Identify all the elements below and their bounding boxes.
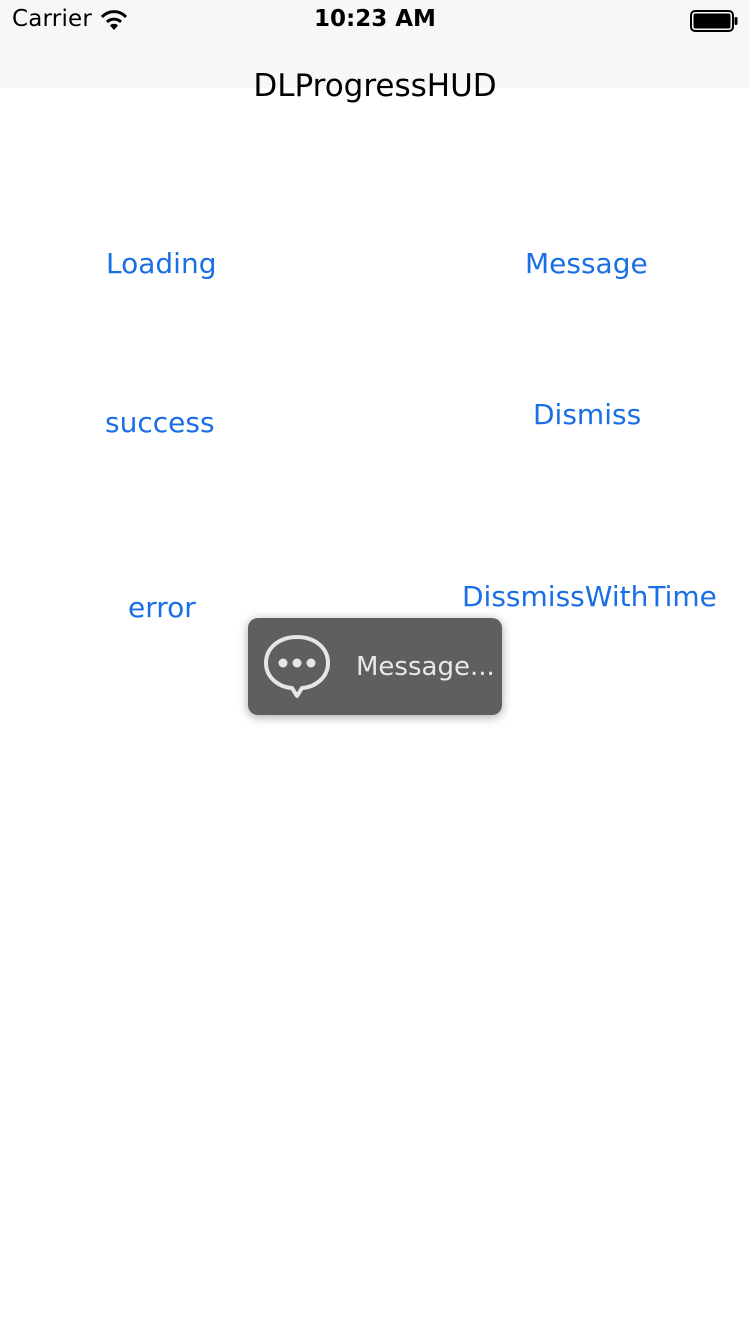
hud-message-text: Message... [356,652,495,682]
loading-button[interactable]: Loading [106,247,216,281]
dismiss-button[interactable]: Dismiss [533,398,641,432]
battery-icon [690,10,738,32]
navigation-bar: Carrier 10:23 AM DLProgressHUD [0,0,750,104]
status-bar: Carrier 10:23 AM [0,0,750,40]
dismiss-with-time-button[interactable]: DissmissWithTime [462,580,717,614]
error-button[interactable]: error [128,591,196,625]
progress-hud: Message... [248,618,502,715]
message-button[interactable]: Message [525,247,648,281]
app-screen: Carrier 10:23 AM DLProgressHUD Loading M… [0,0,750,1334]
message-bubble-icon [264,635,330,698]
page-title: DLProgressHUD [253,68,497,104]
status-time: 10:23 AM [314,6,436,32]
success-button[interactable]: success [105,406,215,440]
